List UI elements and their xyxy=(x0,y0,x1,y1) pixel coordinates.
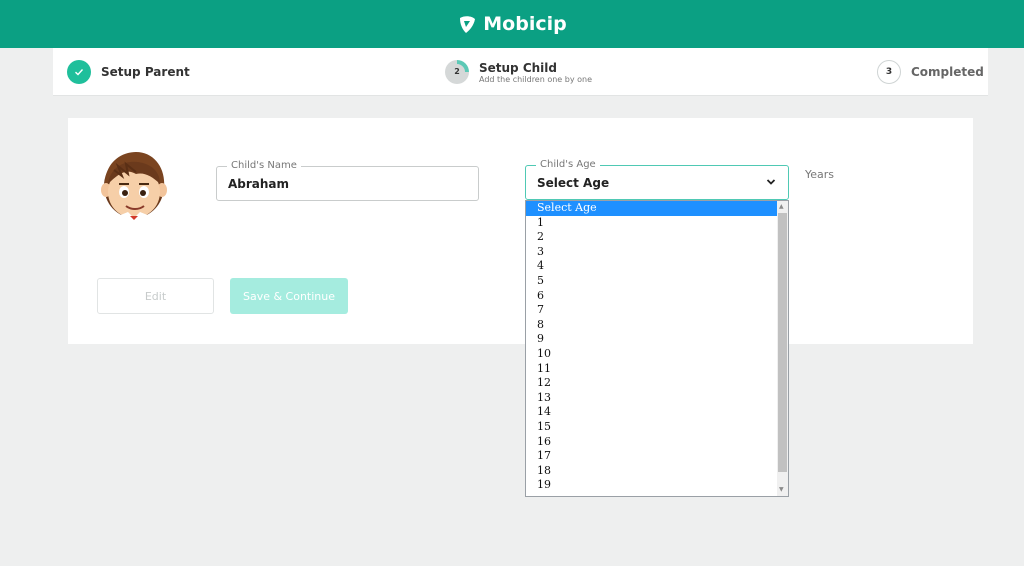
child-name-label: Child's Name xyxy=(227,159,301,173)
scroll-up-icon[interactable]: ▲ xyxy=(779,203,784,211)
child-age-select[interactable]: Child's Age Select Age xyxy=(525,158,789,200)
child-age-value: Select Age xyxy=(537,176,610,190)
age-option[interactable]: 3 xyxy=(526,245,777,260)
child-name-input[interactable]: Child's Name Abraham xyxy=(216,159,479,201)
mobicip-logo-icon xyxy=(460,16,476,33)
age-options-list[interactable]: Select Age 1 2 3 4 5 6 7 8 9 10 11 12 13 14 15 16 17 18 19 … xyxy=(525,200,789,497)
step-subtitle: Add the children one by one xyxy=(479,74,593,84)
age-option[interactable]: 16 xyxy=(526,435,777,450)
scroll-down-icon[interactable]: ▼ xyxy=(779,486,784,494)
step-label: Setup Parent xyxy=(101,65,190,79)
step-setup-child[interactable]: 2 Setup Child Add the children one by on… xyxy=(445,60,592,84)
child-setup-card: Child's Name Abraham Child's Age Select … xyxy=(68,118,973,344)
chevron-down-icon xyxy=(766,179,776,185)
child-age-label: Child's Age xyxy=(536,158,600,172)
age-option[interactable]: 6 xyxy=(526,289,777,304)
brand-logo[interactable]: Mobicip xyxy=(457,13,567,35)
child-name-value: Abraham xyxy=(228,177,290,191)
age-option[interactable]: 1 xyxy=(526,216,777,231)
age-option[interactable]: 15 xyxy=(526,420,777,435)
step-progress-ring: 2 xyxy=(445,60,469,84)
age-option[interactable]: 4 xyxy=(526,259,777,274)
age-option[interactable]: 11 xyxy=(526,362,777,377)
check-icon xyxy=(67,60,91,84)
save-continue-button[interactable]: Save & Continue xyxy=(230,278,348,314)
step-completed[interactable]: 3 Completed xyxy=(877,60,984,84)
step-label: Completed xyxy=(911,65,984,79)
age-option[interactable]: 13 xyxy=(526,391,777,406)
setup-stepper: Setup Parent 2 Setup Child Add the child… xyxy=(53,48,988,96)
scrollbar-thumb[interactable] xyxy=(778,213,787,472)
age-option[interactable]: Select Age xyxy=(526,201,777,216)
age-option[interactable]: 10 xyxy=(526,347,777,362)
dropdown-scrollbar[interactable]: ▲ ▼ xyxy=(777,201,788,496)
top-bar: Mobicip xyxy=(0,0,1024,48)
age-option[interactable]: 7 xyxy=(526,303,777,318)
age-option[interactable]: 8 xyxy=(526,318,777,333)
age-unit-label: Years xyxy=(805,168,835,181)
step-number: 2 xyxy=(449,64,465,80)
step-label: Setup Child xyxy=(479,60,557,75)
age-option[interactable]: 14 xyxy=(526,405,777,420)
edit-button[interactable]: Edit xyxy=(97,278,214,314)
step-number: 3 xyxy=(877,60,901,84)
age-option[interactable]: 18 xyxy=(526,464,777,479)
brand-name: Mobicip xyxy=(483,13,567,35)
age-option[interactable]: 19 xyxy=(526,478,777,493)
age-option[interactable]: 5 xyxy=(526,274,777,289)
step-setup-parent[interactable]: Setup Parent xyxy=(67,60,190,84)
child-avatar-icon[interactable] xyxy=(96,146,172,222)
age-option[interactable]: 12 xyxy=(526,376,777,391)
age-option[interactable]: 17 xyxy=(526,449,777,464)
age-option[interactable]: 2 xyxy=(526,230,777,245)
age-option[interactable]: 9 xyxy=(526,332,777,347)
